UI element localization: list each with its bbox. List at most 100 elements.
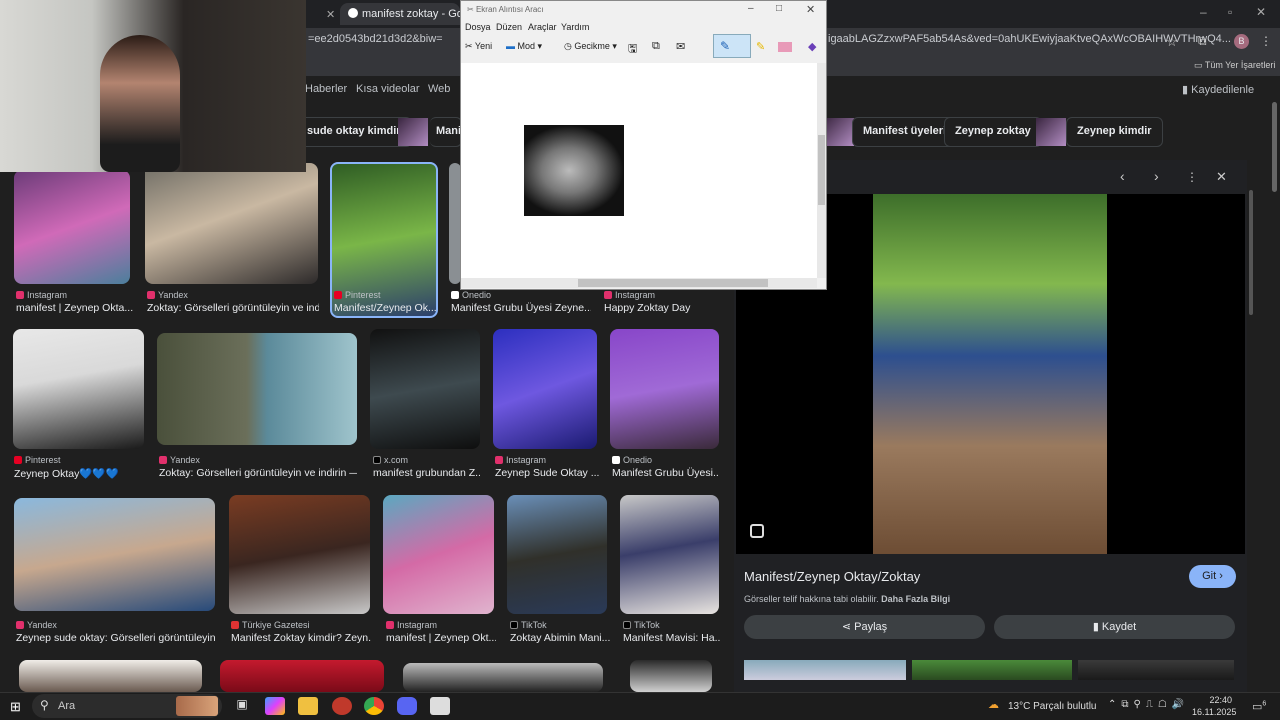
copilot-icon[interactable] [265, 697, 285, 715]
result-caption[interactable]: Happy Zoktay Day [604, 302, 724, 314]
result-caption[interactable]: Manifest Mavisi: Ha... [623, 632, 721, 644]
notification-icon[interactable]: ▭6 [1252, 700, 1266, 713]
all-bookmarks[interactable]: ▭ Tüm Yer İşaretleri [1194, 60, 1275, 71]
tab-web[interactable]: Web [428, 83, 450, 95]
saved-link[interactable]: ▮ Kaydedilenler [1182, 83, 1258, 96]
result-caption[interactable]: Manifest/Zeynep Ok... [334, 302, 436, 314]
result-caption[interactable]: manifest grubundan Z... [373, 467, 481, 479]
result-image[interactable] [145, 163, 318, 284]
panel-title[interactable]: Manifest/Zeynep Oktay/Zoktay [744, 569, 920, 584]
result-image[interactable] [14, 498, 215, 611]
copy-icon[interactable]: ⧉ [652, 40, 660, 53]
preview-image[interactable] [873, 194, 1107, 554]
task-view-icon[interactable]: ▣ [232, 697, 252, 715]
result-image[interactable] [403, 663, 603, 692]
tab-active[interactable]: manifest zoktay - Google'da [340, 3, 460, 25]
snip-hscroll-thumb[interactable] [578, 279, 768, 287]
next-icon[interactable]: › [1154, 168, 1159, 184]
chrome-icon[interactable] [364, 697, 384, 715]
snip-vscroll-thumb[interactable] [818, 135, 825, 205]
result-caption[interactable]: Zeynep Sude Oktay ... [495, 467, 599, 479]
result-image[interactable] [620, 495, 719, 614]
menu-help[interactable]: Yardım [561, 22, 589, 32]
system-tray-icons[interactable]: ⌃⧉⚲⎍☖🔊 [1108, 699, 1189, 710]
related-image[interactable] [1078, 660, 1234, 680]
result-image[interactable] [507, 495, 607, 614]
share-button[interactable]: ⋖ Paylaş [744, 615, 985, 639]
send-icon[interactable]: ✉ [676, 40, 685, 53]
result-caption[interactable]: Zeynep sude oktay: Görselleri görüntüley… [16, 632, 216, 644]
result-caption[interactable]: manifest | Zeynep Okt... [386, 632, 496, 644]
eraser-icon[interactable] [778, 42, 792, 52]
result-image[interactable] [157, 333, 357, 445]
menu-file[interactable]: Dosya [465, 22, 491, 32]
snipping-tool-taskbar-icon[interactable] [430, 697, 450, 715]
lens-icon[interactable] [750, 524, 764, 538]
related-image[interactable] [912, 660, 1072, 680]
result-caption[interactable]: Zeynep Oktay💙💙💙 [14, 467, 144, 480]
profile-avatar[interactable]: B [1234, 34, 1249, 49]
result-image[interactable] [630, 660, 712, 692]
weather-text[interactable]: 13°C Parçalı bulutlu [1008, 701, 1097, 712]
result-caption[interactable]: manifest | Zeynep Okta... [16, 302, 136, 314]
windows-start-icon[interactable]: ⊞ [10, 699, 21, 715]
result-image[interactable] [13, 329, 144, 449]
related-image[interactable] [744, 660, 906, 680]
result-image[interactable] [14, 170, 130, 284]
close-panel-icon[interactable]: ✕ [1216, 169, 1227, 185]
result-image[interactable] [370, 329, 480, 449]
taskbar-search[interactable]: ⚲ Ara [32, 694, 222, 718]
minimize-icon[interactable]: – [1200, 5, 1207, 19]
result-image[interactable] [610, 329, 719, 449]
more-info-link[interactable]: Daha Fazla Bilgi [881, 594, 950, 604]
result-caption[interactable]: Manifest Zoktay kimdir? Zeyn... [231, 632, 371, 644]
paint3d-icon[interactable]: ◆ [808, 40, 816, 53]
star-icon[interactable]: ☆ [1166, 34, 1178, 50]
prev-icon[interactable]: ‹ [1120, 168, 1125, 184]
menu-tools[interactable]: Araçlar [528, 22, 557, 32]
result-caption[interactable]: Zoktay Abimin Mani... [510, 632, 610, 644]
snip-minimize-icon[interactable]: – [748, 3, 754, 14]
result-caption[interactable]: Zoktay: Görselleri görüntüleyin ve ind..… [147, 302, 319, 314]
chip-sude-oktay-kimdir[interactable]: sude oktay kimdir [296, 117, 412, 147]
result-image[interactable] [220, 660, 384, 692]
clock-time[interactable]: 22:40 [1204, 695, 1232, 705]
pen-button[interactable]: ✎ [713, 34, 751, 58]
menu-icon[interactable]: ⋮ [1260, 34, 1272, 48]
tab-news[interactable]: Haberler [305, 83, 347, 95]
more-icon[interactable]: ⋮ [1186, 170, 1198, 184]
delay-button[interactable]: ◷ Gecikme ▾ [564, 41, 617, 52]
url-left[interactable]: =ee2d0543bd21d3d2&biw= [308, 33, 443, 51]
result-caption[interactable]: Manifest Grubu Üyesi Zeyne... [451, 302, 591, 314]
maximize-icon[interactable]: ▫ [1228, 5, 1232, 19]
chip-manifest-uyeleri[interactable]: Manifest üyeleri [852, 117, 958, 147]
obs-icon[interactable] [332, 697, 352, 715]
snip-maximize-icon[interactable]: □ [776, 3, 782, 14]
result-image[interactable] [19, 660, 202, 692]
result-caption[interactable]: Manifest Grubu Üyesi... [612, 467, 718, 479]
result-image[interactable] [493, 329, 597, 449]
panel-scrollbar[interactable] [1249, 190, 1253, 315]
highlighter-icon[interactable]: ✎ [756, 40, 765, 53]
extensions-icon[interactable]: ⧉ [1198, 34, 1207, 49]
result-image[interactable] [383, 495, 494, 614]
new-button[interactable]: ✂ Yeni [465, 41, 492, 52]
save-button[interactable]: ▮ Kaydet [994, 615, 1235, 639]
tab-shorts[interactable]: Kısa videolar [356, 83, 420, 95]
tab-close-icon[interactable]: ✕ [318, 3, 342, 25]
visit-button[interactable]: Git › [1189, 565, 1236, 588]
chip-zeynep-zoktay[interactable]: Zeynep zoktay [944, 117, 1042, 147]
close-window-icon[interactable]: ✕ [1256, 5, 1266, 19]
result-caption[interactable]: Zoktay: Görselleri görüntüleyin ve indir… [159, 467, 357, 479]
chip-manif[interactable]: Manif [430, 117, 462, 147]
chip-zeynep-kimdir[interactable]: Zeynep kimdir [1066, 117, 1163, 147]
save-snip-icon[interactable]: 🖫 [628, 40, 637, 59]
clock-date[interactable]: 16.11.2025 [1192, 707, 1236, 717]
file-explorer-icon[interactable] [298, 697, 318, 715]
mode-button[interactable]: ▬ Mod ▾ [506, 41, 542, 52]
snip-close-icon[interactable]: ✕ [806, 3, 815, 16]
menu-edit[interactable]: Düzen [496, 22, 522, 32]
result-image[interactable] [229, 495, 370, 614]
discord-icon[interactable] [397, 697, 417, 715]
scrollbar-thumb[interactable] [1272, 102, 1277, 192]
